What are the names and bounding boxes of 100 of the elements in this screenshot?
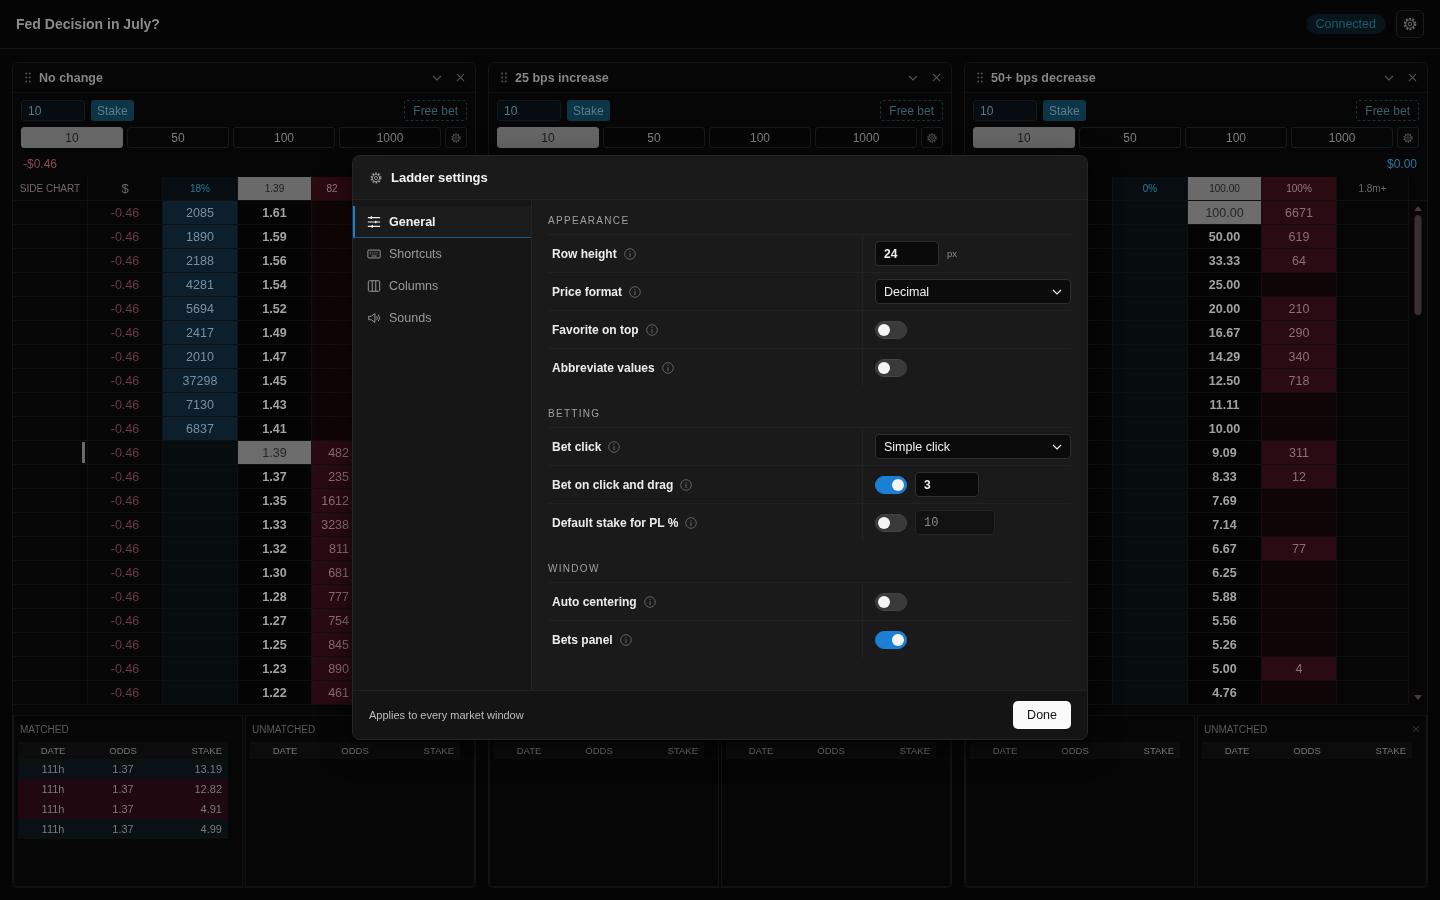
price-cell[interactable]: 1.27	[238, 609, 312, 633]
price-cell[interactable]: 1.22	[238, 681, 312, 705]
lay-cell[interactable]: 340	[1262, 345, 1337, 369]
lay-cell[interactable]: 482	[312, 441, 353, 465]
price-cell[interactable]: 1.37	[238, 465, 312, 489]
close-icon[interactable]	[1412, 725, 1420, 733]
drag-handle-icon[interactable]	[501, 72, 507, 83]
lay-cell[interactable]	[1262, 489, 1337, 513]
lay-cell[interactable]: 754	[312, 609, 353, 633]
lay-cell[interactable]	[312, 225, 353, 249]
lay-cell[interactable]: 811	[312, 537, 353, 561]
back-cell[interactable]: 1890	[163, 225, 238, 249]
lay-cell[interactable]	[1262, 561, 1337, 585]
free-bet-button[interactable]: Free bet	[404, 100, 467, 121]
price-cell[interactable]: 5.56	[1188, 609, 1262, 633]
price-cell[interactable]: 7.14	[1188, 513, 1262, 537]
lay-cell[interactable]	[312, 345, 353, 369]
toggle-switch[interactable]	[875, 592, 907, 611]
lay-cell[interactable]: 77	[1262, 537, 1337, 561]
price-cell[interactable]: 16.67	[1188, 321, 1262, 345]
price-cell[interactable]: 1.49	[238, 321, 312, 345]
price-cell[interactable]: 8.33	[1188, 465, 1262, 489]
done-button[interactable]: Done	[1013, 701, 1071, 729]
lay-cell[interactable]: 718	[1262, 369, 1337, 393]
preset-settings-button[interactable]	[921, 127, 943, 148]
lay-cell[interactable]	[312, 297, 353, 321]
price-cell[interactable]: 6.25	[1188, 561, 1262, 585]
dropdown-select[interactable]: Decimal	[875, 279, 1071, 304]
number-input-field[interactable]: 24	[875, 241, 939, 266]
lay-cell[interactable]	[312, 369, 353, 393]
price-cell[interactable]: 12.50	[1188, 369, 1262, 393]
close-icon[interactable]	[1408, 73, 1417, 82]
lay-cell[interactable]	[312, 321, 353, 345]
lay-cell[interactable]: 6671	[1262, 201, 1337, 225]
collapse-chevron-icon[interactable]	[1384, 74, 1394, 81]
price-cell[interactable]: 6.67	[1188, 537, 1262, 561]
lay-cell[interactable]	[312, 417, 353, 441]
price-cell[interactable]: 1.47	[238, 345, 312, 369]
lay-cell[interactable]: 681	[312, 561, 353, 585]
sidebar-item[interactable]: Sounds	[353, 302, 531, 334]
lay-cell[interactable]: 845	[312, 633, 353, 657]
sidebar-item[interactable]: General	[353, 206, 531, 238]
price-cell[interactable]: 4.76	[1188, 681, 1262, 705]
back-cell[interactable]: 2417	[163, 321, 238, 345]
toggle-switch[interactable]	[875, 475, 907, 494]
price-cell[interactable]: 5.26	[1188, 633, 1262, 657]
collapse-chevron-icon[interactable]	[908, 74, 918, 81]
price-cell[interactable]: 1.45	[238, 369, 312, 393]
number-input-field[interactable]: 3	[915, 472, 979, 497]
stake-preset-button[interactable]: 1000	[1291, 127, 1393, 148]
sidebar-item[interactable]: Columns	[353, 270, 531, 302]
stake-preset-button[interactable]: 50	[127, 127, 229, 148]
stake-preset-button[interactable]: 10	[497, 127, 599, 148]
lay-cell[interactable]	[312, 273, 353, 297]
lay-cell[interactable]: 890	[312, 657, 353, 681]
back-cell[interactable]: 4281	[163, 273, 238, 297]
price-cell[interactable]: 1.23	[238, 657, 312, 681]
back-cell[interactable]	[163, 441, 238, 465]
back-cell[interactable]: 2010	[163, 345, 238, 369]
lay-cell[interactable]: 3238	[312, 513, 353, 537]
lay-cell[interactable]	[1262, 273, 1337, 297]
stake-preset-button[interactable]: 100	[233, 127, 335, 148]
lay-cell[interactable]: 290	[1262, 321, 1337, 345]
stake-preset-button[interactable]: 1000	[339, 127, 441, 148]
price-cell[interactable]: 50.00	[1188, 225, 1262, 249]
price-cell[interactable]: 1.33	[238, 513, 312, 537]
price-cell[interactable]: 1.59	[238, 225, 312, 249]
price-cell[interactable]: 1.39	[238, 441, 312, 465]
lay-cell[interactable]	[1262, 681, 1337, 705]
drag-handle-icon[interactable]	[977, 72, 983, 83]
lay-cell[interactable]: 235	[312, 465, 353, 489]
price-cell[interactable]: 5.00	[1188, 657, 1262, 681]
stake-preset-button[interactable]: 10	[21, 127, 123, 148]
stake-preset-button[interactable]: 50	[603, 127, 705, 148]
close-icon[interactable]	[456, 73, 465, 82]
lay-cell[interactable]: 12	[1262, 465, 1337, 489]
lay-cell[interactable]: 461	[312, 681, 353, 705]
price-cell[interactable]: 1.61	[238, 201, 312, 225]
lay-cell[interactable]	[1262, 393, 1337, 417]
price-cell[interactable]: 1.28	[238, 585, 312, 609]
price-cell[interactable]: 1.41	[238, 417, 312, 441]
stake-preset-button[interactable]: 100	[1185, 127, 1287, 148]
toggle-switch[interactable]	[875, 630, 907, 649]
price-cell[interactable]: 1.43	[238, 393, 312, 417]
price-cell[interactable]: 1.32	[238, 537, 312, 561]
lay-cell[interactable]	[312, 393, 353, 417]
stake-preset-button[interactable]: 50	[1079, 127, 1181, 148]
price-cell[interactable]: 11.11	[1188, 393, 1262, 417]
price-cell[interactable]: 25.00	[1188, 273, 1262, 297]
price-cell[interactable]: 1.25	[238, 633, 312, 657]
dropdown-select[interactable]: Simple click	[875, 434, 1071, 459]
back-cell[interactable]: 2085	[163, 201, 238, 225]
settings-button[interactable]	[1396, 10, 1424, 38]
price-cell[interactable]: 1.52	[238, 297, 312, 321]
toggle-switch[interactable]	[875, 320, 907, 339]
lay-cell[interactable]: 4	[1262, 657, 1337, 681]
preset-settings-button[interactable]	[445, 127, 467, 148]
lay-cell[interactable]: 1612	[312, 489, 353, 513]
toggle-switch[interactable]	[875, 358, 907, 377]
lay-cell[interactable]: 210	[1262, 297, 1337, 321]
